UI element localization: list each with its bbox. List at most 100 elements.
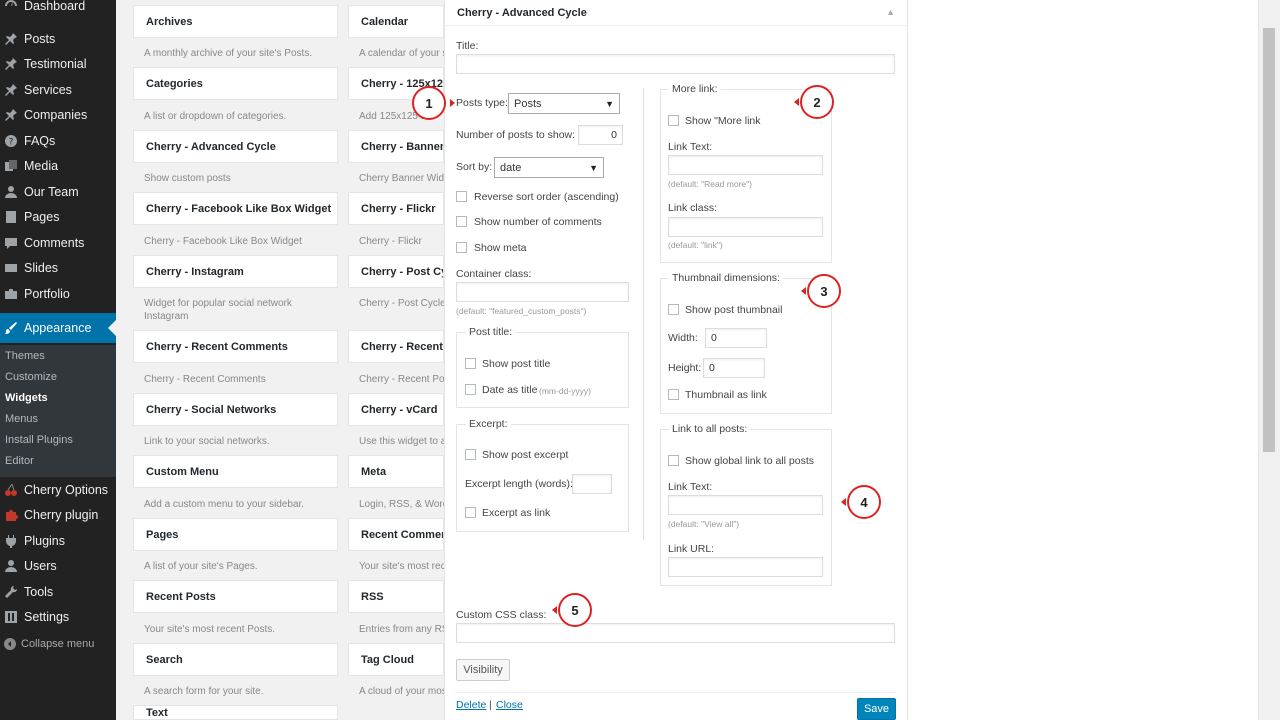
show-thumbnail-checkbox[interactable] — [668, 304, 679, 315]
menu-settings[interactable]: Settings — [0, 604, 116, 630]
widget-custom-menu[interactable]: Custom Menu — [133, 455, 338, 488]
link-class-input[interactable] — [668, 217, 823, 237]
menu-users[interactable]: Users — [0, 553, 116, 579]
show-meta-checkbox[interactable] — [456, 242, 467, 253]
empty-area — [908, 0, 1258, 720]
widget-cherry-social-networks[interactable]: Cherry - Social Networks — [133, 393, 338, 426]
more-link-text-input[interactable] — [668, 155, 823, 175]
widget-cherry-facebook[interactable]: Cherry - Facebook Like Box Widget — [133, 192, 338, 225]
widget-description: A list or dropdown of categories. — [144, 111, 287, 122]
callout-2-pointer — [794, 98, 799, 106]
delete-link[interactable]: Delete — [456, 699, 486, 711]
submenu-editor[interactable]: Editor — [5, 455, 34, 467]
show-excerpt-checkbox[interactable] — [465, 449, 476, 460]
widget-pages[interactable]: Pages — [133, 518, 338, 551]
menu-media[interactable]: Media — [0, 153, 116, 179]
widget-cherry-banner[interactable]: Cherry - Banner — [348, 130, 444, 163]
width-input[interactable] — [705, 328, 767, 348]
widget-description: Your site's most rece — [359, 561, 444, 572]
panel-header[interactable]: Cherry - Advanced Cycle ▲ — [445, 0, 907, 26]
posts-type-value: Posts — [514, 97, 542, 110]
widget-recent-posts[interactable]: Recent Posts — [133, 580, 338, 613]
widget-archives[interactable]: Archives — [133, 5, 338, 38]
reverse-sort-label: Reverse sort order (ascending) — [474, 191, 619, 203]
submenu-customize[interactable]: Customize — [5, 371, 57, 383]
widget-cherry-post-cycle[interactable]: Cherry - Post Cycle — [348, 255, 444, 288]
menu-cherry-plugin[interactable]: Cherry plugin — [0, 502, 116, 528]
menu-dashboard[interactable]: Dashboard — [0, 0, 116, 19]
menu-testimonial[interactable]: Testimonial — [0, 51, 116, 77]
callout-3: 3 — [807, 274, 841, 308]
submenu-menus[interactable]: Menus — [5, 413, 38, 425]
container-class-input[interactable] — [456, 282, 629, 302]
show-more-link-checkbox[interactable] — [668, 115, 679, 126]
show-global-link-checkbox[interactable] — [668, 455, 679, 466]
width-label: Width: — [668, 332, 698, 344]
widget-cherry-instagram[interactable]: Cherry - Instagram — [133, 255, 338, 288]
widget-title: Cherry - vCard — [361, 403, 438, 416]
title-input[interactable] — [456, 54, 895, 74]
container-class-label: Container class: — [456, 268, 532, 280]
menu-services[interactable]: Services — [0, 77, 116, 103]
widget-meta[interactable]: Meta — [348, 455, 444, 488]
widget-cherry-flickr[interactable]: Cherry - Flickr — [348, 192, 444, 225]
menu-appearance[interactable]: Appearance — [0, 313, 116, 343]
custom-css-input[interactable] — [456, 623, 895, 643]
sort-by-select[interactable]: date ▼ — [494, 157, 604, 178]
menu-our-team[interactable]: Our Team — [0, 179, 116, 205]
widget-description: Widget for popular social network Instag… — [144, 298, 292, 322]
widget-cherry-advanced-cycle[interactable]: Cherry - Advanced Cycle — [133, 130, 338, 163]
collapse-arrow-icon[interactable]: ▲ — [886, 7, 895, 17]
link-url-input[interactable] — [668, 557, 823, 577]
menu-portfolio[interactable]: Portfolio — [0, 281, 116, 307]
widget-text[interactable]: Text — [133, 705, 338, 720]
widget-search[interactable]: Search — [133, 643, 338, 676]
menu-faqs[interactable]: ? FAQs — [0, 128, 116, 154]
date-as-title-checkbox[interactable] — [465, 384, 476, 395]
page-scrollbar[interactable] — [1258, 0, 1280, 720]
menu-slides[interactable]: Slides — [0, 255, 116, 281]
submenu-widgets[interactable]: Widgets — [5, 392, 48, 404]
cherry-icon — [4, 483, 18, 497]
save-button[interactable]: Save — [857, 698, 896, 720]
scrollbar-thumb[interactable] — [1263, 28, 1275, 452]
menu-label: Services — [24, 83, 72, 97]
submenu-install-plugins[interactable]: Install Plugins — [5, 434, 73, 446]
reverse-sort-checkbox[interactable] — [456, 191, 467, 202]
close-link[interactable]: Close — [496, 699, 523, 711]
menu-cherry-options[interactable]: Cherry Options — [0, 477, 116, 503]
height-input[interactable] — [703, 358, 765, 378]
widget-cherry-vcard[interactable]: Cherry - vCard — [348, 393, 444, 426]
menu-comments[interactable]: Comments — [0, 230, 116, 256]
menu-companies[interactable]: Companies — [0, 102, 116, 128]
widget-recent-comments[interactable]: Recent Comments — [348, 518, 444, 551]
widget-rss[interactable]: RSS — [348, 580, 444, 613]
menu-pages[interactable]: Pages — [0, 204, 116, 230]
height-label: Height: — [668, 362, 702, 374]
widget-cherry-recent-posts[interactable]: Cherry - Recent Po — [348, 330, 444, 363]
pin-icon — [4, 57, 18, 71]
settings-icon — [4, 610, 18, 624]
global-link-text-input[interactable] — [668, 495, 823, 515]
widget-cherry-recent-comments[interactable]: Cherry - Recent Comments — [133, 330, 338, 363]
menu-plugins[interactable]: Plugins — [0, 528, 116, 554]
collapse-menu-button[interactable]: Collapse menu — [0, 635, 116, 653]
excerpt-length-input[interactable] — [572, 474, 612, 494]
show-comments-checkbox[interactable] — [456, 216, 467, 227]
menu-tools[interactable]: Tools — [0, 579, 116, 605]
menu-posts[interactable]: Posts — [0, 26, 116, 52]
excerpt-as-link-checkbox[interactable] — [465, 507, 476, 518]
widget-tag-cloud[interactable]: Tag Cloud — [348, 643, 444, 676]
posts-type-select[interactable]: Posts ▼ — [508, 93, 620, 114]
thumbnail-as-link-checkbox[interactable] — [668, 389, 679, 400]
num-posts-input[interactable] — [578, 125, 623, 145]
show-global-link-label: Show global link to all posts — [685, 455, 814, 467]
collapse-label: Collapse menu — [21, 638, 95, 650]
widget-description: Link to your social networks. — [144, 436, 270, 447]
visibility-button[interactable]: Visibility — [456, 659, 510, 681]
date-format-hint: (mm-dd-yyyy) — [539, 386, 591, 396]
submenu-themes[interactable]: Themes — [5, 350, 45, 362]
widget-categories[interactable]: Categories — [133, 67, 338, 100]
show-post-title-checkbox[interactable] — [465, 358, 476, 369]
widget-calendar[interactable]: Calendar — [348, 5, 444, 38]
